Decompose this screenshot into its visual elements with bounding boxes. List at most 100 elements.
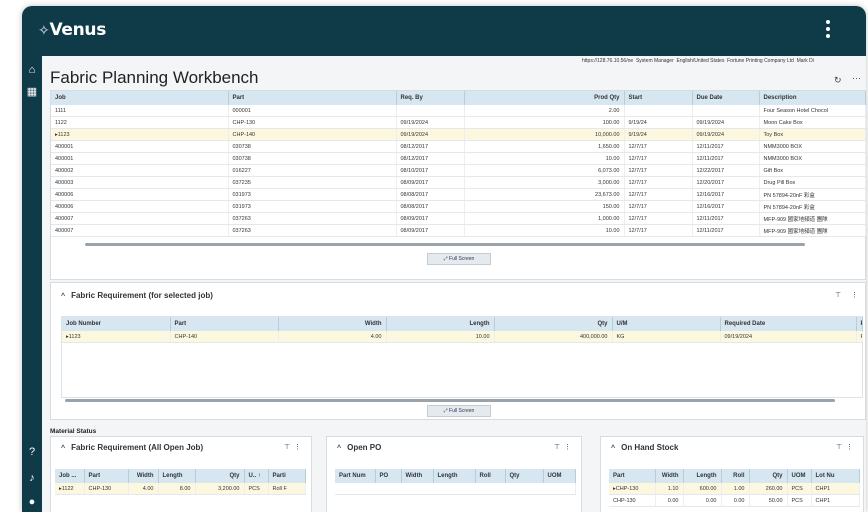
fabric-req-column-header[interactable]: Qty bbox=[494, 317, 613, 331]
jobs-row[interactable]: 400007 037263 08/09/2017 10.00 12/7/17 12/11/… bbox=[51, 224, 866, 237]
open-po-column-header[interactable]: Length bbox=[433, 469, 476, 483]
jobs-column-header[interactable]: Job bbox=[51, 91, 229, 105]
jobs-row[interactable]: 1122 CHP-130 09/19/2024 100.00 9/19/24 09/19/… bbox=[51, 116, 866, 129]
open-po-column-header[interactable]: PO bbox=[375, 469, 402, 483]
on-hand-column-header[interactable]: Roll bbox=[721, 469, 750, 483]
on-hand-column-header[interactable]: Part bbox=[609, 469, 656, 483]
jobs-cell: Toy Box bbox=[759, 128, 866, 141]
open-job-column-header[interactable]: Qty bbox=[195, 469, 245, 483]
jobs-horizontal-scrollbar[interactable] bbox=[85, 243, 805, 246]
brand-name: Venus bbox=[49, 20, 107, 40]
open-job-row[interactable]: ▸1122 CHP-130 4.00 8.00 3,200.00 PCS Roll F bbox=[55, 483, 306, 495]
kebab-icon[interactable]: ⋮ bbox=[294, 444, 301, 451]
fabric-req-column-header[interactable]: P bbox=[856, 317, 863, 331]
on-hand-column-header[interactable]: Qty bbox=[749, 469, 788, 483]
on-hand-row[interactable]: ▸CHP-130 1.10 600.00 1.00 260.00 PCS CHP1 bbox=[609, 483, 860, 495]
jobs-full-screen-button[interactable]: ⤢ Full Screen bbox=[427, 253, 491, 265]
jobs-cell: 400007 bbox=[51, 224, 229, 237]
collapse-chevron-icon[interactable]: ^ bbox=[611, 445, 615, 452]
filter-icon[interactable]: ⊤ bbox=[284, 444, 290, 451]
jobs-cell: 400002 bbox=[51, 164, 229, 177]
open-job-header[interactable]: ^ Fabric Requirement (All Open Job) bbox=[61, 443, 203, 452]
jobs-cell: 12/16/2017 bbox=[692, 200, 760, 213]
jobs-cell: 08/08/2017 bbox=[396, 188, 465, 201]
open-job-column-header[interactable]: Job ... bbox=[55, 469, 85, 483]
jobs-cell: 08/10/2017 bbox=[396, 164, 465, 177]
open-job-column-header[interactable]: Part bbox=[84, 469, 129, 483]
kebab-icon[interactable]: ⋮ bbox=[851, 291, 858, 299]
fabric-req-column-header[interactable]: Part bbox=[170, 317, 279, 331]
kebab-icon[interactable]: ⋮ bbox=[564, 444, 571, 451]
filter-icon[interactable]: ⊤ bbox=[554, 444, 560, 451]
fabric-req-scrollbar[interactable] bbox=[65, 399, 835, 402]
open-po-column-header[interactable]: UOM bbox=[543, 469, 576, 483]
filter-icon[interactable]: ⊤ bbox=[836, 444, 842, 451]
open-po-column-header[interactable]: Width bbox=[401, 469, 434, 483]
jobs-row[interactable]: 1111 000001 2.00 Four Season Hotel Chocol bbox=[51, 105, 866, 117]
on-hand-column-header[interactable]: Length bbox=[683, 469, 722, 483]
fabric-req-column-header[interactable]: Length bbox=[386, 317, 495, 331]
jobs-cell: 037263 bbox=[228, 212, 397, 225]
server-url: https://128.76.10.56/ne bbox=[582, 58, 634, 64]
jobs-column-header[interactable]: Part bbox=[228, 91, 397, 105]
refresh-icon[interactable]: ↻ bbox=[834, 75, 842, 86]
jobs-row[interactable]: 400001 030738 08/12/2017 10.00 12/7/17 12/11/… bbox=[51, 152, 866, 165]
filter-icon[interactable]: ⊤ bbox=[835, 291, 841, 299]
on-hand-column-header[interactable]: UOM bbox=[787, 469, 812, 483]
open-job-column-header[interactable]: U.. ↑ bbox=[244, 469, 269, 483]
open-po-header[interactable]: ^ Open PO bbox=[337, 443, 381, 452]
jobs-row[interactable]: 400003 037235 08/09/2017 3,000.00 12/7/17 12/… bbox=[51, 176, 866, 189]
app-menu-icon[interactable] bbox=[826, 20, 832, 41]
fabric-req-column-header[interactable]: U/M bbox=[612, 317, 721, 331]
empty-row bbox=[335, 483, 576, 495]
jobs-row[interactable]: 400002 016227 08/10/2017 6,073.00 12/7/17 12/… bbox=[51, 164, 866, 177]
jobs-cell: 23,673.00 bbox=[464, 188, 625, 201]
open-po-grid: Part Num PO Width Length Roll Qty UOM bbox=[335, 469, 576, 495]
jobs-cell: 08/12/2017 bbox=[396, 140, 465, 153]
collapse-chevron-icon[interactable]: ^ bbox=[61, 445, 65, 452]
jobs-cell: 12/22/2017 bbox=[692, 164, 760, 177]
jobs-column-header[interactable]: Start bbox=[624, 91, 693, 105]
collapse-chevron-icon[interactable]: ^ bbox=[337, 445, 341, 452]
user-icon[interactable]: ● bbox=[26, 496, 38, 508]
on-hand-row[interactable]: CHP-130 0.00 0.00 0.00 50.00 PCS CHP1 bbox=[609, 494, 860, 507]
jobs-row[interactable]: 400006 031973 08/08/2017 150.00 12/7/17 12/16… bbox=[51, 200, 866, 213]
jobs-cell: Four Season Hotel Chocol bbox=[759, 105, 866, 117]
open-job-column-header[interactable]: Parti bbox=[268, 469, 306, 483]
open-job-column-header[interactable]: Width bbox=[128, 469, 159, 483]
help-icon[interactable]: ? bbox=[26, 446, 38, 458]
company-name[interactable]: Fortune Printing Company Ltd bbox=[727, 58, 794, 64]
jobs-column-header[interactable]: Prod Qty bbox=[464, 91, 625, 105]
open-job-column-header[interactable]: Length bbox=[158, 469, 196, 483]
fabric-req-column-header[interactable]: Required Date bbox=[720, 317, 857, 331]
jobs-cell: 08/08/2017 bbox=[396, 200, 465, 213]
fabric-req-full-screen-button[interactable]: ⤢ Full Screen bbox=[427, 405, 491, 417]
home-icon[interactable]: ⌂ bbox=[26, 64, 38, 76]
open-po-column-header[interactable]: Roll bbox=[475, 469, 506, 483]
jobs-column-header[interactable]: Due Date bbox=[692, 91, 760, 105]
on-hand-column-header[interactable]: Width bbox=[655, 469, 684, 483]
fabric-req-column-header[interactable]: Job Number bbox=[62, 317, 171, 331]
on-hand-cell: CHP-130 bbox=[609, 494, 656, 507]
more-options-icon[interactable]: ··· bbox=[852, 73, 861, 83]
apps-grid-icon[interactable]: ▦ bbox=[26, 86, 38, 98]
fabric-req-header[interactable]: ^ Fabric Requirement (for selected job) bbox=[61, 291, 213, 300]
user-name[interactable]: Mark Di bbox=[797, 58, 814, 64]
jobs-row[interactable]: 400007 037263 08/09/2017 1,000.00 12/7/17 12/… bbox=[51, 212, 866, 225]
open-po-column-header[interactable]: Qty bbox=[505, 469, 544, 483]
jobs-column-header[interactable]: Req. By bbox=[396, 91, 465, 105]
on-hand-column-header[interactable]: Lot Nu bbox=[811, 469, 860, 483]
fabric-req-column-header[interactable]: Width bbox=[278, 317, 387, 331]
jobs-row[interactable]: ▸1123 CHP-140 09/19/2024 10,000.00 9/19/24 09… bbox=[51, 128, 866, 141]
brand-logo[interactable]: ✧Venus bbox=[38, 20, 106, 40]
open-po-column-header[interactable]: Part Num bbox=[335, 469, 376, 483]
jobs-cell: 400003 bbox=[51, 176, 229, 189]
fabric-req-row[interactable]: ▸1123 CHP-140 4.00 10.00 400,000.00 KG 09/19/2… bbox=[62, 331, 863, 343]
jobs-column-header[interactable]: Description bbox=[759, 91, 866, 105]
jobs-row[interactable]: 400001 030738 08/12/2017 1,650.00 12/7/17 12/… bbox=[51, 140, 866, 153]
kebab-icon[interactable]: ⋮ bbox=[846, 444, 853, 451]
collapse-chevron-icon[interactable]: ^ bbox=[61, 293, 65, 300]
bell-icon[interactable]: ♪ bbox=[26, 472, 38, 484]
jobs-row[interactable]: 400006 031973 08/08/2017 23,673.00 12/7/17 12… bbox=[51, 188, 866, 201]
on-hand-header[interactable]: ^ On Hand Stock bbox=[611, 443, 678, 452]
